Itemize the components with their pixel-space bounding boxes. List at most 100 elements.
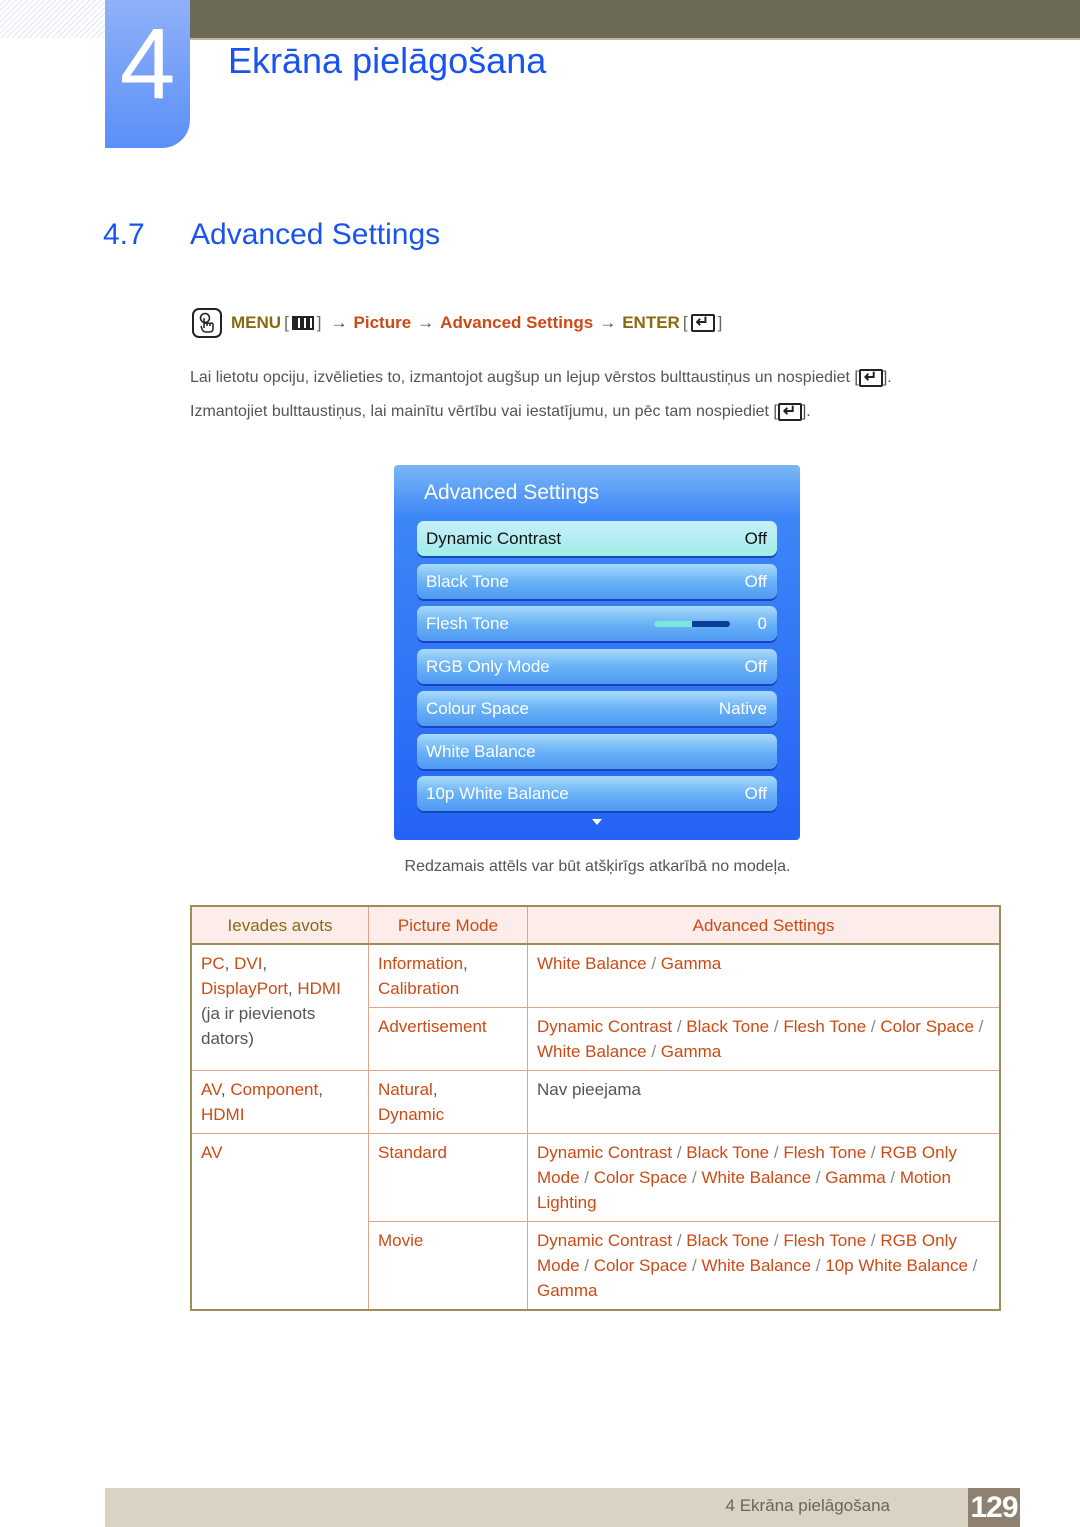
osd-item-rgb-only-mode[interactable]: RGB Only Mode Off <box>417 649 777 684</box>
bracket: [ <box>284 313 289 332</box>
source-cell: AV, Component, HDMI <box>190 1070 369 1134</box>
bracket: [ <box>682 313 688 332</box>
header-bar <box>190 0 1080 40</box>
separator: / <box>885 1168 900 1187</box>
osd-item-10p-white-balance[interactable]: 10p White Balance Off <box>417 776 777 811</box>
osd-item-dynamic-contrast[interactable]: Dynamic Contrast Off <box>417 521 777 556</box>
source-av: AV <box>201 1143 223 1162</box>
settings-cell: Dynamic Contrast / Black Tone / Flesh To… <box>527 1133 1001 1222</box>
source-cell: PC, DVI, DisplayPort, HDMI (ja ir pievie… <box>190 943 369 1071</box>
sep: , <box>432 1080 438 1099</box>
separator: / <box>769 1017 784 1036</box>
setting-keyword: White Balance <box>537 954 647 973</box>
setting-keyword: Color Space <box>880 1017 974 1036</box>
separator: / <box>646 1042 661 1061</box>
settings-table: Ievades avots Picture Mode Advanced Sett… <box>190 905 1001 1311</box>
osd-item-value: Native <box>718 698 767 718</box>
setting-keyword: Flesh Tone <box>783 1143 867 1162</box>
settings-cell: Nav pieejama <box>527 1070 1001 1134</box>
flesh-tone-slider[interactable] <box>653 620 730 627</box>
page-number: 129 <box>968 1488 1020 1527</box>
separator: / <box>967 1256 978 1275</box>
setting-keyword: Dynamic Contrast <box>537 1143 673 1162</box>
chapter-title: Ekrāna pielāgošana <box>228 40 547 81</box>
osd-item-label: Flesh Tone <box>426 613 509 633</box>
menu-label: MENU <box>231 313 282 332</box>
mode-dynamic: Dynamic <box>378 1105 445 1124</box>
source-av: AV <box>201 1080 221 1099</box>
osd-menu-panel: Advanced Settings Dynamic Contrast Off B… <box>394 465 800 840</box>
separator: / <box>866 1143 881 1162</box>
setting-keyword: Black Tone <box>686 1017 770 1036</box>
header-advanced-settings: Advanced Settings <box>527 905 1001 945</box>
footer-chapter-label: 4 Ekrāna pielāgošana <box>725 1496 890 1515</box>
setting-keyword: Gamma <box>660 1042 722 1061</box>
source-component: Component <box>230 1080 319 1099</box>
source-hdmi: HDMI <box>297 979 341 998</box>
setting-keyword: White Balance <box>701 1168 812 1187</box>
mode-calibration: Calibration <box>378 979 460 998</box>
osd-item-white-balance[interactable]: White Balance <box>417 734 777 769</box>
source-displayport: DisplayPort <box>201 979 288 998</box>
source-pc: PC <box>201 954 225 973</box>
sep: , <box>287 979 298 998</box>
mode-movie: Movie <box>378 1231 424 1250</box>
footer-bar: 4 Ekrāna pielāgošana 129 <box>105 1488 1020 1527</box>
instruction-line-2: Izmantojiet bulttaustiņus, lai mainītu v… <box>190 401 811 421</box>
bracket: ] <box>316 313 322 332</box>
chapter-number: 4 <box>119 8 176 120</box>
setting-keyword: Gamma <box>825 1168 886 1187</box>
hand-remote-icon <box>192 308 222 338</box>
osd-item-label: RGB Only Mode <box>426 656 550 676</box>
menu-path: MENU [ ] → Picture → Advanced Settings →… <box>192 306 725 340</box>
mode-cell: Information, Calibration <box>368 943 528 1008</box>
instruction-end: ]. <box>882 369 892 387</box>
image-caption: Redzamais attēls var būt atšķirīgs atkar… <box>404 858 791 875</box>
table-row: PC, DVI, DisplayPort, HDMI (ja ir pievie… <box>190 943 1001 1071</box>
setting-keyword: Dynamic Contrast <box>537 1231 673 1250</box>
osd-item-flesh-tone[interactable]: Flesh Tone 0 <box>417 606 777 641</box>
separator: / <box>672 1017 687 1036</box>
settings-cell: Dynamic Contrast / Black Tone / Flesh To… <box>527 1221 1001 1311</box>
setting-keyword: 10p White Balance <box>825 1256 968 1275</box>
chapter-badge: 4 <box>105 0 190 148</box>
mode-standard: Standard <box>378 1143 447 1162</box>
arrow-right-icon: → <box>417 313 435 332</box>
separator: / <box>672 1143 687 1162</box>
header-input-source: Ievades avots <box>190 905 369 945</box>
separator: / <box>811 1256 826 1275</box>
enter-key-icon <box>858 367 883 387</box>
sep: , <box>224 954 235 973</box>
osd-item-colour-space[interactable]: Colour Space Native <box>417 691 777 726</box>
osd-item-label: Black Tone <box>426 571 509 591</box>
separator: / <box>672 1231 687 1250</box>
setting-keyword: White Balance <box>701 1256 812 1275</box>
setting-keyword: Color Space <box>593 1256 688 1275</box>
separator: / <box>866 1017 881 1036</box>
osd-item-label: White Balance <box>426 741 536 761</box>
osd-item-label: Dynamic Contrast <box>426 528 562 548</box>
table-header-row: Ievades avots Picture Mode Advanced Sett… <box>190 905 1001 945</box>
separator: / <box>866 1231 881 1250</box>
mode-natural: Natural <box>378 1080 433 1099</box>
instruction-text: Lai lietotu opciju, izvēlieties to, izma… <box>190 369 859 387</box>
separator: / <box>769 1231 784 1250</box>
mode-cell: Movie <box>368 1221 528 1311</box>
osd-item-label: 10p White Balance <box>426 783 569 803</box>
separator: / <box>579 1256 594 1275</box>
setting-keyword: Black Tone <box>686 1231 770 1250</box>
osd-item-value: Off <box>744 783 767 803</box>
arrow-right-icon: → <box>330 313 348 332</box>
separator: / <box>646 954 661 973</box>
osd-item-black-tone[interactable]: Black Tone Off <box>417 564 777 599</box>
section-number: 4.7 <box>103 218 145 251</box>
slider-fill <box>653 620 692 627</box>
settings-cell: White Balance / Gamma <box>527 943 1001 1008</box>
down-arrow-icon[interactable] <box>592 819 602 825</box>
sep: , <box>318 1080 323 1099</box>
osd-item-value: Off <box>744 571 767 591</box>
section-title: Advanced Settings <box>190 218 441 251</box>
setting-keyword: Gamma <box>537 1281 598 1300</box>
source-cell: AV <box>190 1133 369 1311</box>
table-row: AV, Component, HDMI Natural, Dynamic Nav… <box>190 1070 1001 1134</box>
